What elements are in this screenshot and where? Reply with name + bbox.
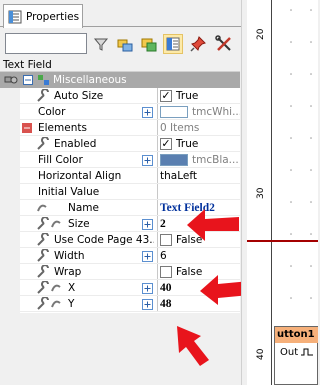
- category-icon: [38, 75, 49, 85]
- property-value-cell[interactable]: ✓ True: [157, 88, 240, 104]
- category-miscellaneous[interactable]: Miscellaneous: [0, 72, 240, 88]
- component-port[interactable]: Out: [280, 347, 314, 358]
- design-canvas[interactable]: 20 30 40 utton1 Out: [247, 0, 318, 385]
- expand-icon[interactable]: [142, 251, 153, 262]
- property-value: 0 Items: [160, 122, 200, 134]
- toolbar: [0, 30, 241, 57]
- property-row-width[interactable]: Width 6: [0, 248, 240, 264]
- filter-icon: [93, 38, 109, 51]
- property-name: Use Code Page 43...: [54, 234, 154, 246]
- property-row-initial-value[interactable]: Initial Value: [0, 184, 240, 200]
- tab-properties-label: Properties: [26, 10, 80, 23]
- collapse-icon[interactable]: [23, 75, 33, 85]
- checkbox-unchecked[interactable]: [160, 234, 172, 246]
- filter-button[interactable]: [91, 34, 111, 54]
- property-name: Enabled: [54, 138, 97, 150]
- wrench-link-icon: [37, 217, 61, 230]
- property-row-enabled[interactable]: Enabled ✓ True: [0, 136, 240, 152]
- properties-icon: [8, 10, 22, 23]
- pin-button[interactable]: [188, 34, 208, 54]
- property-name: Elements: [38, 122, 87, 134]
- folder-list-icon: [141, 38, 157, 52]
- color-swatch-white: [160, 106, 188, 118]
- folder-tree-icon: [117, 39, 133, 52]
- property-name: Initial Value: [38, 186, 100, 198]
- wrench-icon: [37, 233, 49, 246]
- annotation-arrow-size: [187, 209, 239, 241]
- property-value: tmcBla...: [192, 154, 239, 166]
- category-label: Miscellaneous: [53, 74, 127, 86]
- property-row-auto-size[interactable]: Auto Size ✓ True: [0, 88, 240, 104]
- wrench-icon: [37, 89, 49, 102]
- property-value-cell[interactable]: tmcBla...: [157, 152, 240, 168]
- ruler-label-40: 40: [256, 348, 266, 360]
- components-icon: [4, 76, 18, 84]
- property-pages-icon: [166, 37, 180, 51]
- property-value: 6: [160, 250, 167, 262]
- annotation-arrow-up: [177, 326, 209, 366]
- property-value: 40: [160, 282, 172, 294]
- checkbox-checked[interactable]: ✓: [160, 138, 172, 150]
- pin-icon: [190, 36, 206, 52]
- search-input[interactable]: [5, 33, 87, 54]
- tools-icon: [215, 35, 231, 51]
- alphabetical-button[interactable]: [139, 34, 159, 54]
- property-name: Fill Color: [38, 154, 83, 166]
- port-label: Out: [280, 347, 299, 358]
- property-name: Wrap: [54, 266, 82, 278]
- expand-icon[interactable]: [142, 299, 153, 310]
- color-swatch-blue: [160, 154, 188, 166]
- expand-icon[interactable]: [142, 219, 153, 230]
- property-value: thaLeft: [160, 170, 197, 182]
- properties-panel: Properties Text Field Miscellaneous Auto…: [0, 0, 250, 385]
- property-value: True: [176, 138, 199, 150]
- property-row-horizontal-align[interactable]: Horizontal Align thaLeft: [0, 168, 240, 184]
- property-value-cell[interactable]: 6: [157, 248, 240, 264]
- property-row-fill-color[interactable]: Fill Color tmcBla...: [0, 152, 240, 168]
- wrench-icon: [37, 265, 49, 278]
- property-name: Color: [38, 106, 66, 118]
- property-value-cell[interactable]: thaLeft: [157, 168, 240, 184]
- selection-line: [247, 240, 318, 242]
- property-pages-button[interactable]: [163, 34, 183, 54]
- wrench-icon: [37, 249, 49, 262]
- wrench-icon: [37, 137, 49, 150]
- vertical-ruler: 20 30 40: [247, 0, 272, 385]
- property-value-cell[interactable]: tmcWhi...: [157, 104, 240, 120]
- ruler-label-20: 20: [256, 28, 266, 40]
- property-value-cell[interactable]: ✓ True: [157, 136, 240, 152]
- selected-object-name: Text Field: [3, 59, 52, 71]
- property-name: Horizontal Align: [38, 170, 122, 182]
- property-row-elements[interactable]: Elements 0 Items: [0, 120, 240, 136]
- tools-button[interactable]: [214, 34, 234, 54]
- categorized-button[interactable]: [115, 34, 135, 54]
- property-row-color[interactable]: Color tmcWhi...: [0, 104, 240, 120]
- property-value: 48: [160, 298, 172, 310]
- link-icon: [37, 204, 47, 212]
- checkbox-checked[interactable]: ✓: [160, 90, 172, 102]
- property-value: tmcWhi...: [192, 106, 240, 118]
- property-value: 2: [160, 218, 166, 230]
- wrench-link-icon: [37, 281, 61, 294]
- property-value-cell[interactable]: 0 Items: [157, 120, 240, 136]
- tab-properties[interactable]: Properties: [3, 4, 83, 28]
- checkbox-unchecked[interactable]: [160, 266, 172, 278]
- pulse-icon: [301, 348, 314, 356]
- property-name: Width: [54, 250, 85, 262]
- expand-icon[interactable]: [142, 107, 153, 118]
- tab-strip: Properties: [0, 0, 241, 28]
- collection-icon: [22, 123, 32, 133]
- property-value: True: [176, 90, 199, 102]
- property-value-cell[interactable]: [157, 184, 240, 200]
- button-component[interactable]: utton1 Out: [274, 326, 318, 385]
- component-title: utton1: [275, 327, 318, 343]
- property-name: Auto Size: [54, 90, 104, 102]
- expand-icon[interactable]: [142, 283, 153, 294]
- expand-icon[interactable]: [142, 155, 153, 166]
- wrench-link-icon: [37, 297, 61, 310]
- ruler-label-30: 30: [256, 187, 266, 199]
